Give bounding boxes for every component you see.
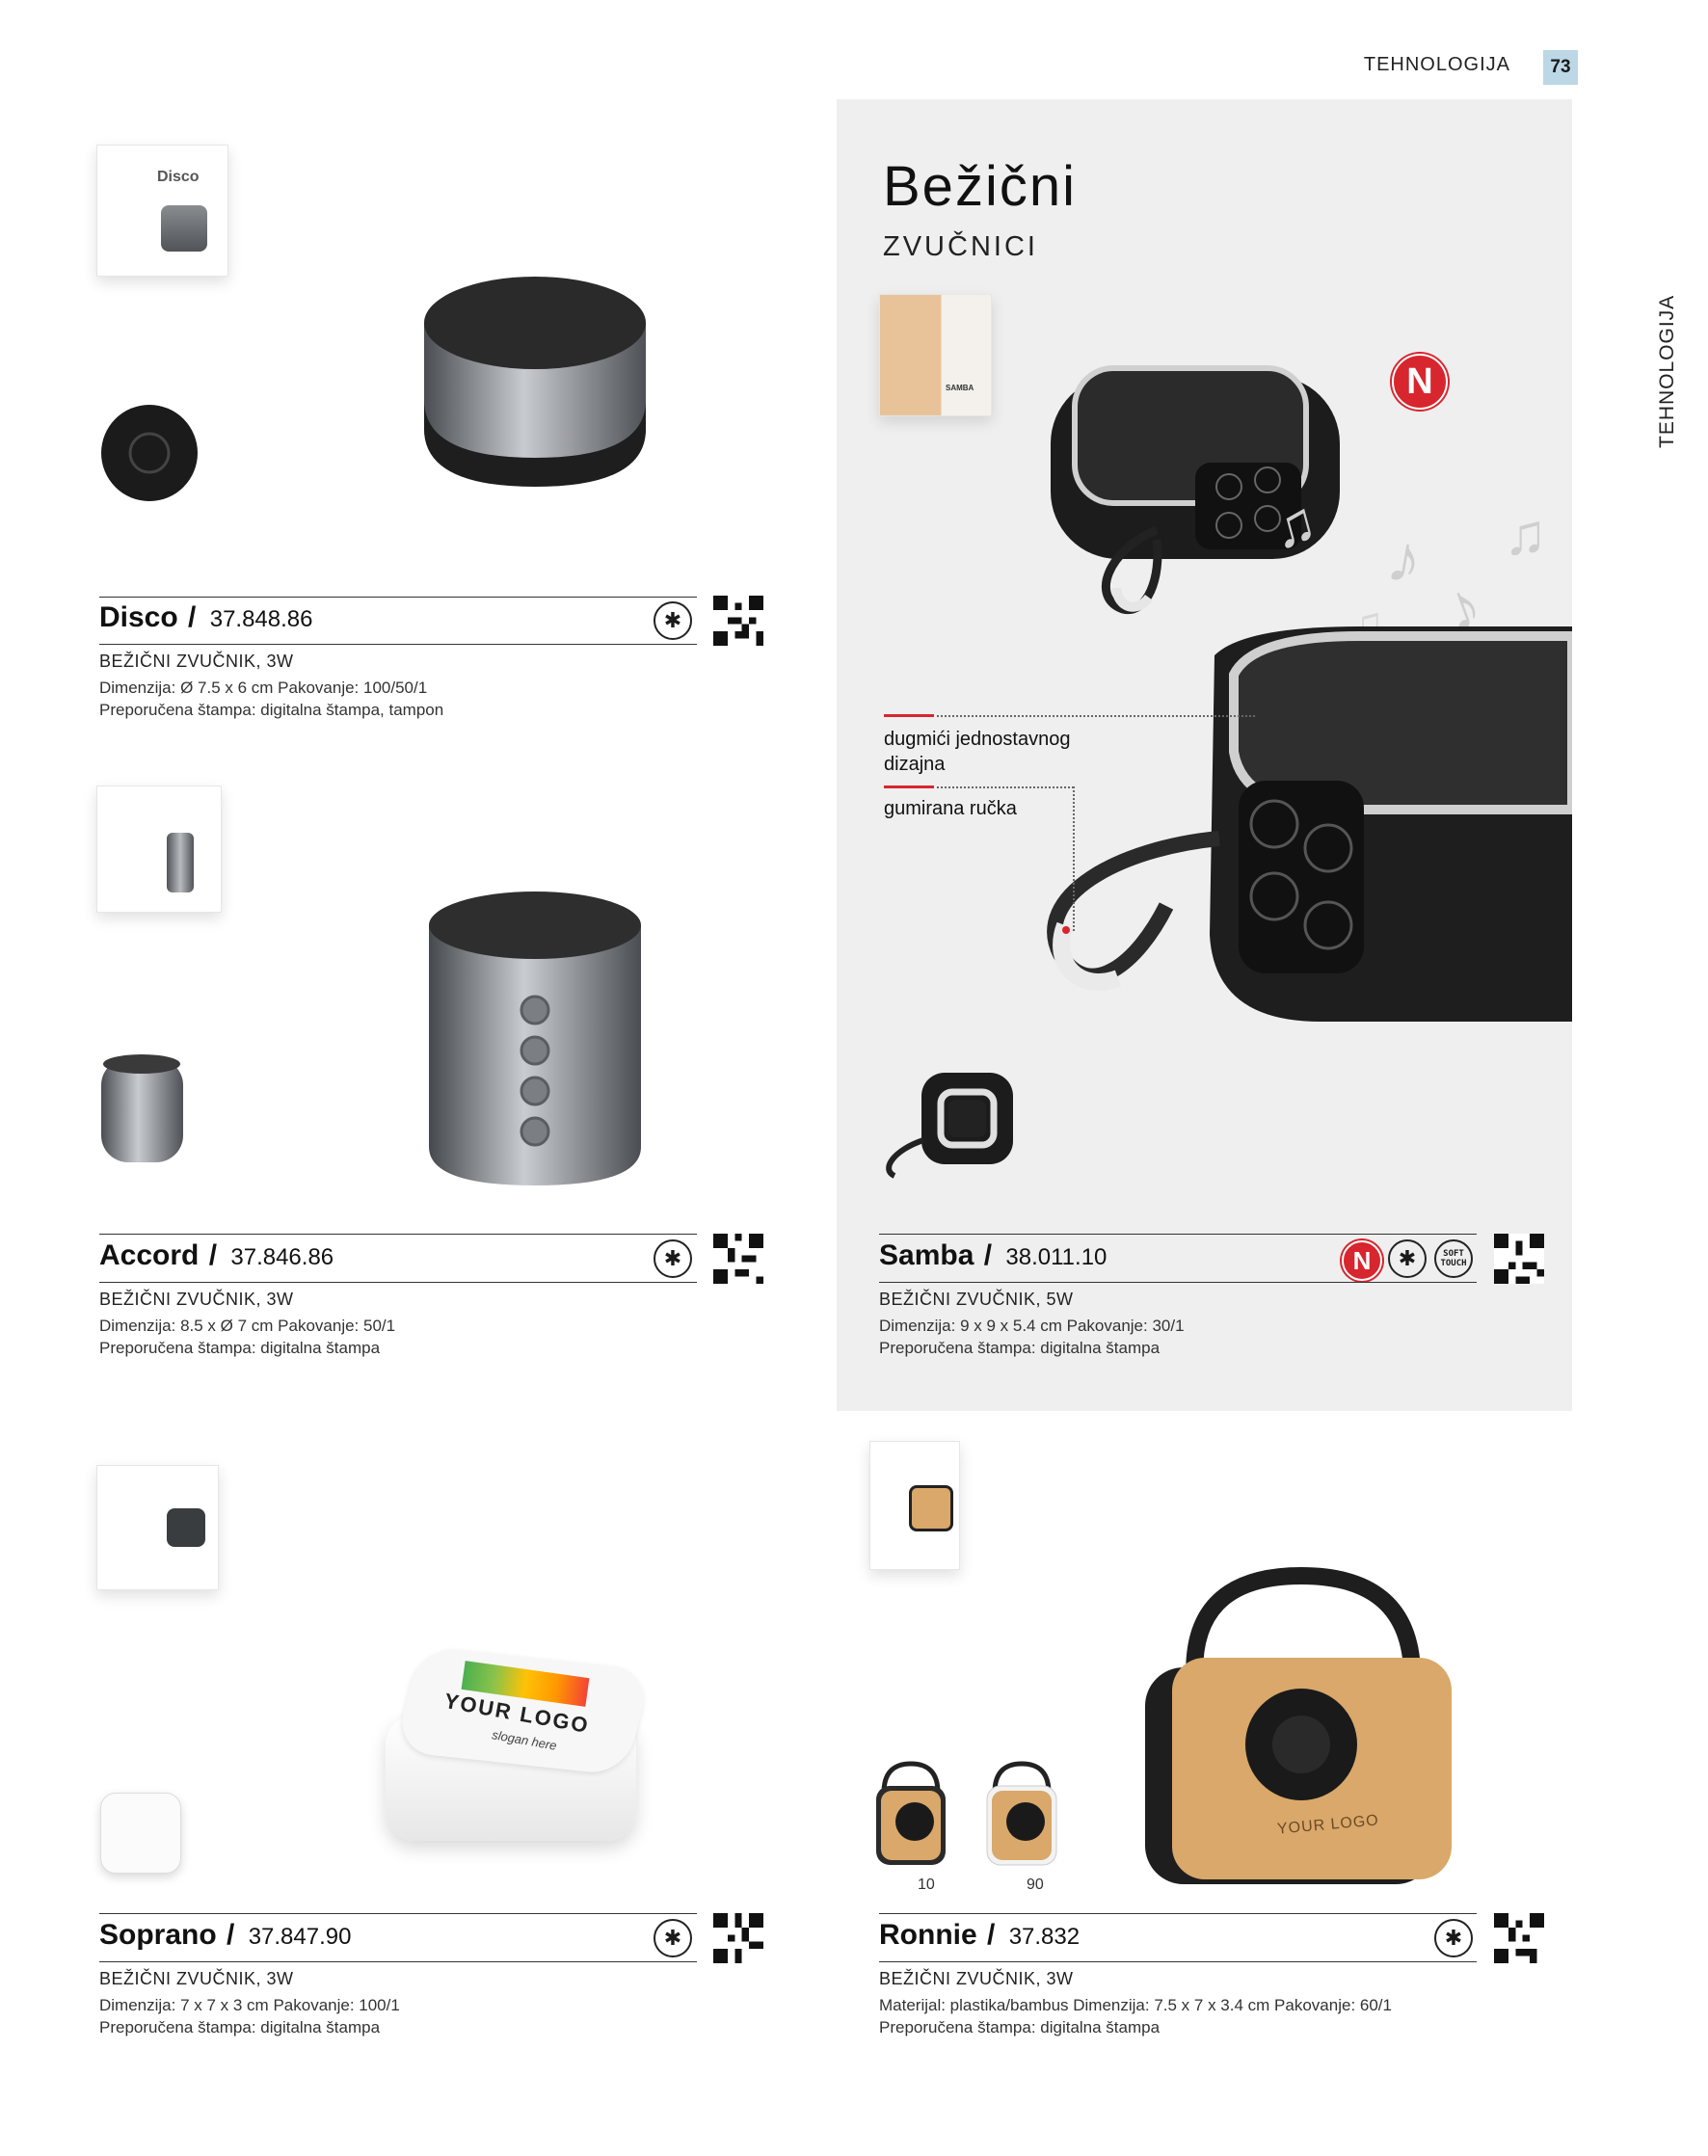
product-print-line: Preporučena štampa: digitalna štampa [879,1339,1161,1357]
ronnie-speaker-image [1145,1566,1452,1884]
product-name: Ronnie [879,1919,977,1951]
product-rule [99,597,697,598]
disco-bottom-view-image [101,405,198,501]
disco-speaker-image [424,277,646,487]
samba-box-image: SAMBA [879,294,992,416]
hero-subtitle: ZVUČNICI [883,231,1038,262]
product-title-disco: Disco / 37.848.86 [99,601,313,633]
product-details-line: Dimenzija: 7 x 7 x 3 cm Pakovanje: 100/1 [99,1996,400,2014]
product-rule [99,1282,697,1283]
product-details: Materijal: plastika/bambus Dimenzija: 7.… [879,1994,1573,2038]
qr-code-icon[interactable] [1494,1234,1544,1284]
soprano-small-image [100,1793,181,1874]
accord-box-image [96,785,222,913]
hero-title: Bežični [883,155,1077,218]
side-tab-label: TEHNOLOGIJA [1656,294,1678,448]
product-rule [99,1913,697,1914]
bluetooth-icon: ✱ [654,1239,692,1278]
product-title-accord: Accord / 37.846.86 [99,1239,334,1271]
product-name: Disco [99,601,178,633]
new-badge-hero: N [1392,354,1448,410]
variant-code: 90 [1027,1877,1044,1893]
ronnie-box-image [869,1441,960,1570]
product-code: 37.848.86 [209,606,313,632]
qr-code-icon[interactable] [713,1913,763,1963]
section-label: TEHNOLOGIJA [1363,54,1510,75]
bluetooth-icon: ✱ [654,601,692,640]
product-rule [99,644,697,645]
product-print-line: Preporučena štampa: digitalna štampa [99,1339,381,1357]
callout-marker [884,785,934,788]
product-details: Dimenzija: 9 x 9 x 5.4 cm Pakovanje: 30/… [879,1315,1573,1359]
disco-box-image: Disco [96,145,228,277]
soft-touch-badge: SOFT TOUCH [1434,1239,1473,1278]
product-details-line: Dimenzija: Ø 7.5 x 6 cm Pakovanje: 100/5… [99,679,428,697]
accord-side-view-image [101,1054,183,1162]
product-title-soprano: Soprano / 37.847.90 [99,1919,352,1951]
disco-box-label: Disco [157,169,200,185]
product-code: 37.846.86 [230,1244,334,1270]
product-type: BEŽIČNI ZVUČNIK, 3W [99,1969,294,1988]
product-name: Soprano [99,1919,217,1951]
callout-handle: gumirana ručka [884,798,1017,819]
ronnie-variant-white-image [986,1761,1057,1866]
samba-speaker-small-image [1051,365,1340,615]
product-print-line: Preporučena štampa: digitalna štampa, ta… [99,701,444,719]
callout-buttons: dugmići jednostavnog dizajna [884,729,1071,775]
soprano-speaker-image: YOUR LOGO slogan here [386,1645,652,1846]
product-rule [879,1913,1477,1914]
product-rule [879,1282,1477,1283]
callout-marker [884,714,934,717]
variant-code: 10 [918,1877,935,1893]
product-rule [879,1234,1477,1235]
new-badge: N [1342,1240,1382,1281]
product-type: BEŽIČNI ZVUČNIK, 3W [99,652,294,671]
product-code: 37.847.90 [248,1924,352,1950]
product-print-line: Preporučena štampa: digitalna štampa [879,2018,1161,2036]
product-print-line: Preporučena štampa: digitalna štampa [99,2018,381,2036]
product-details: Dimenzija: Ø 7.5 x 6 cm Pakovanje: 100/5… [99,677,793,721]
callout-leader [937,715,1255,717]
product-name: Accord [99,1239,200,1271]
product-name: Samba [879,1239,974,1271]
product-code: 38.011.10 [1005,1244,1108,1270]
product-details: Dimenzija: 8.5 x Ø 7 cm Pakovanje: 50/1 P… [99,1315,793,1359]
ronnie-variant-black-image [876,1761,946,1865]
bluetooth-icon: ✱ [1388,1239,1427,1278]
product-rule [99,1234,697,1235]
qr-code-icon[interactable] [713,596,763,646]
qr-code-icon[interactable] [1494,1913,1544,1963]
product-type: BEŽIČNI ZVUČNIK, 5W [879,1290,1074,1309]
product-details: Dimenzija: 7 x 7 x 3 cm Pakovanje: 100/1… [99,1994,793,2038]
samba-speaker-large-image [1047,626,1572,1022]
product-title-samba: Samba / 38.011.10 [879,1239,1108,1271]
side-tab: TEHNOLOGIJA [1650,275,1689,448]
product-details-line: Dimenzija: 8.5 x Ø 7 cm Pakovanje: 50/1 [99,1317,396,1335]
qr-code-icon[interactable] [713,1234,763,1284]
samba-box-label: SAMBA [946,384,974,392]
product-type: BEŽIČNI ZVUČNIK, 3W [99,1290,294,1309]
product-rule [879,1961,1477,1962]
product-details-line: Dimenzija: 9 x 9 x 5.4 cm Pakovanje: 30/… [879,1317,1185,1335]
page-number: 73 [1543,50,1578,85]
music-note-icon: ♫ [1504,502,1547,567]
bluetooth-icon: ✱ [654,1919,692,1957]
product-code: 37.832 [1008,1924,1081,1950]
accord-speaker-image [429,892,641,1185]
bluetooth-icon: ✱ [1434,1919,1473,1957]
callout-leader [937,786,1074,788]
product-details-line: Materijal: plastika/bambus Dimenzija: 7.… [879,1996,1392,2014]
product-type: BEŽIČNI ZVUČNIK, 3W [879,1969,1074,1988]
product-title-ronnie: Ronnie / 37.832 [879,1919,1081,1951]
samba-front-view-image [886,1073,1013,1179]
soprano-box-image [96,1465,219,1590]
callout-leader [1073,786,1075,931]
product-rule [99,1961,697,1962]
